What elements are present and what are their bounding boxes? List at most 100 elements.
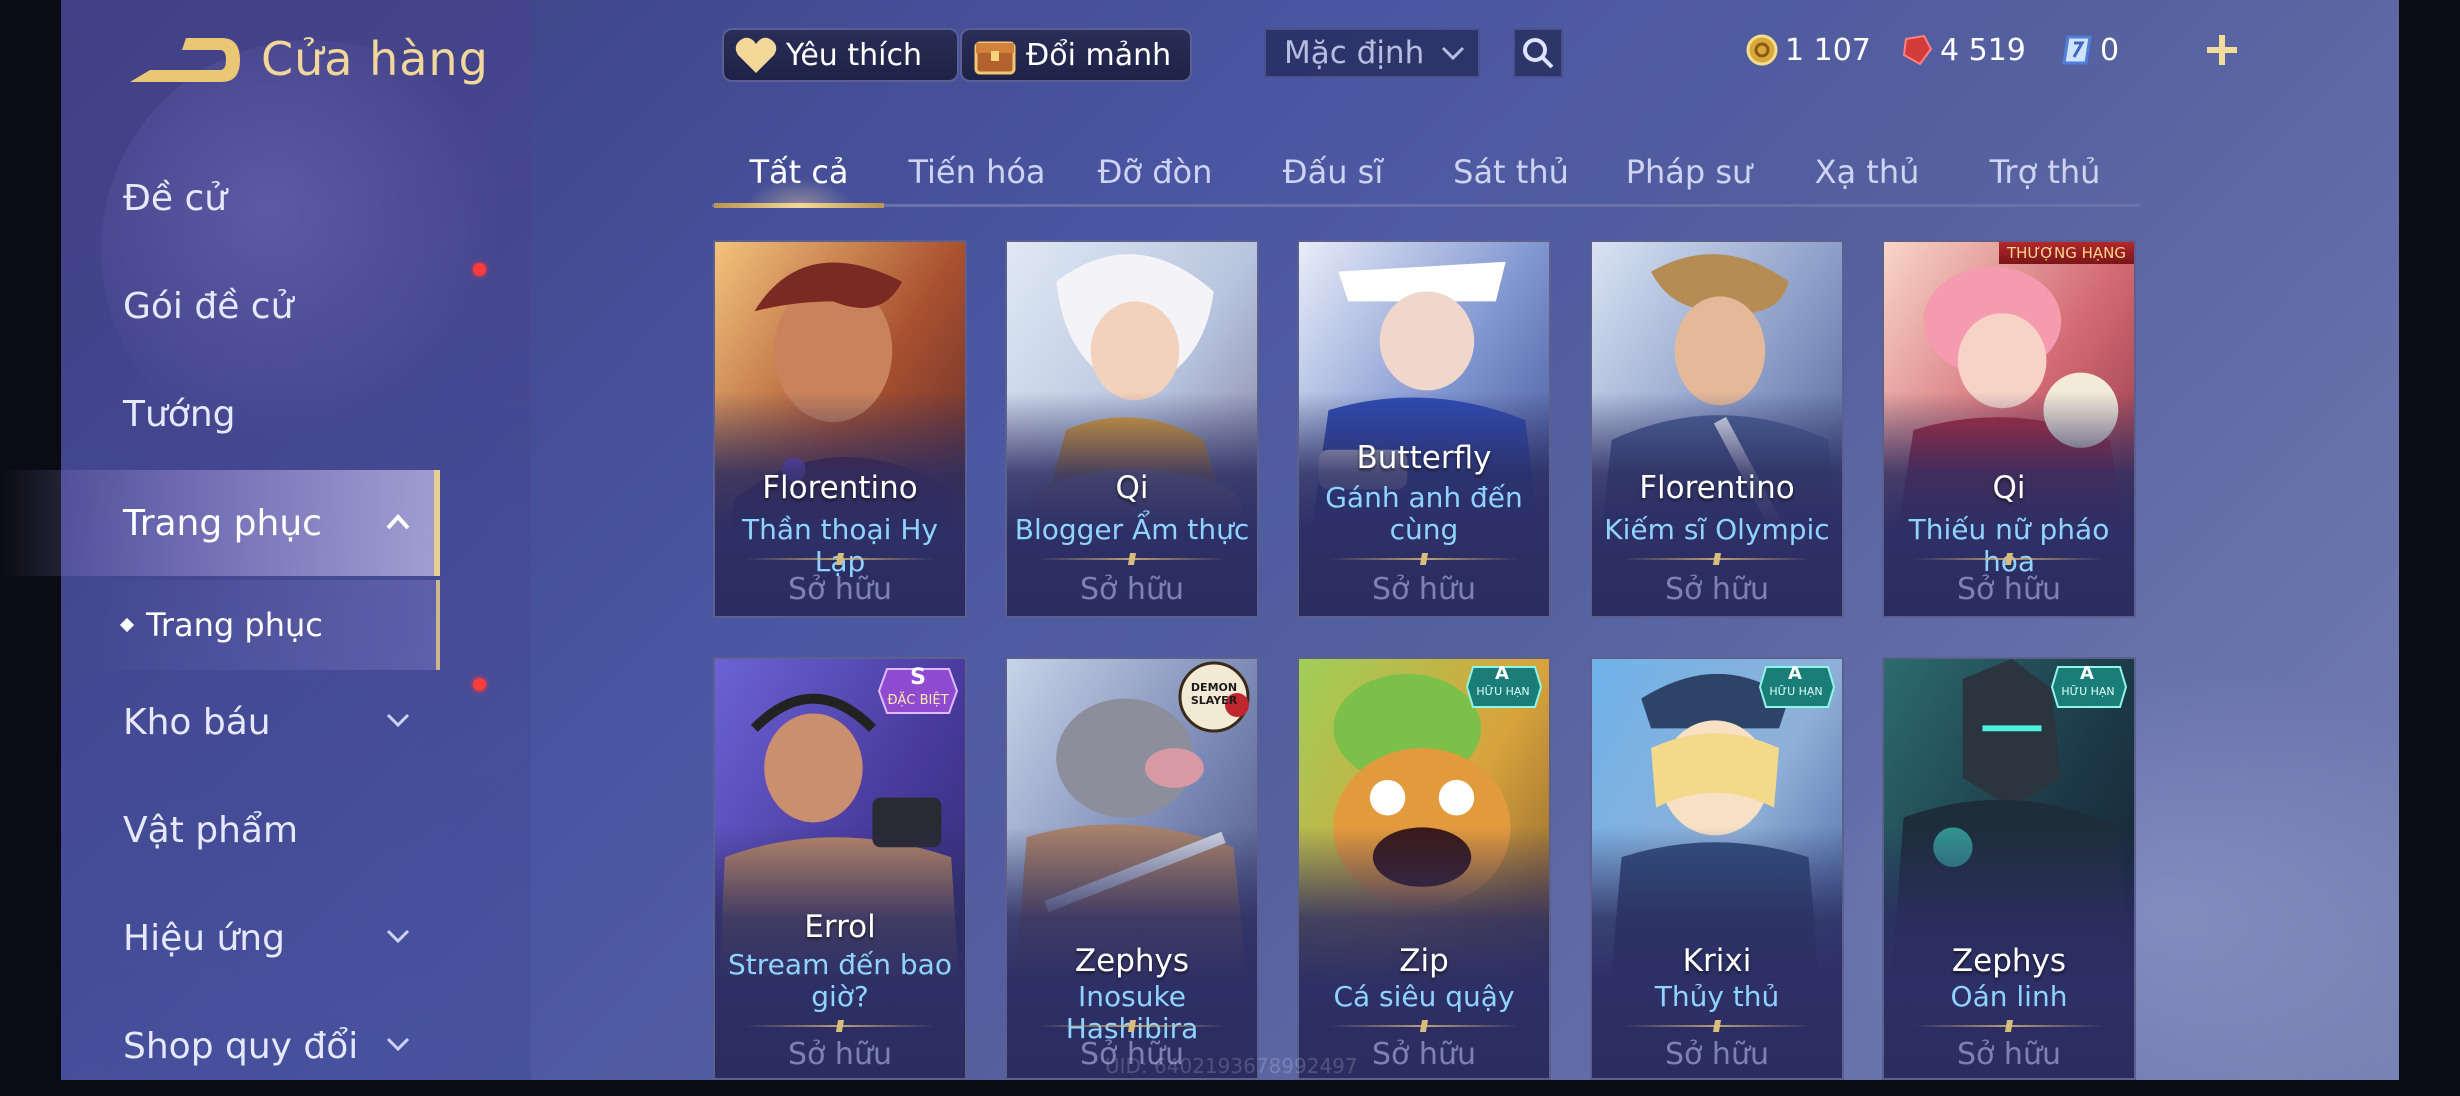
sidebar-item-label: Tướng	[123, 393, 236, 435]
ownership-status: Sở hữu	[1665, 1037, 1769, 1072]
tab-assassin[interactable]: Sát thủ	[1426, 140, 1596, 204]
ownership-status: Sở hữu	[788, 1037, 892, 1072]
skin-card[interactable]: DEMON SLAYER Zephys Inosuke Hashibira Sở…	[1005, 657, 1259, 1080]
tab-label: Tiến hóa	[908, 153, 1046, 191]
category-tabs: Tất cả Tiến hóa Đỡ đòn Đấu sĩ Sát thủ Ph…	[712, 140, 2140, 208]
badge-label: DEMON SLAYER	[1190, 681, 1238, 707]
premium-tag: THƯỢNG HẠNG	[1998, 242, 2134, 264]
tab-label: Xạ thủ	[1814, 153, 1920, 191]
voucher-icon	[2062, 35, 2092, 65]
skin-card[interactable]: THƯỢNG HẠNG Qi Thiếu nữ pháo hoa Sở hữu	[1882, 240, 2136, 618]
sidebar-item-label: Gói đề cử	[123, 285, 294, 327]
ownership-status: Sở hữu	[1957, 572, 2061, 607]
favorites-label: Yêu thích	[786, 37, 922, 73]
page-title: Cửa hàng	[261, 32, 489, 86]
tab-label: Đỡ đòn	[1097, 153, 1213, 191]
card-divider	[1914, 1025, 2104, 1027]
card-divider	[1622, 1025, 1812, 1027]
tab-support[interactable]: Trợ thủ	[1960, 140, 2130, 204]
search-icon	[1523, 38, 1554, 69]
skin-name: Thiếu nữ pháo hoa	[1908, 513, 2110, 578]
tab-evolution[interactable]: Tiến hóa	[892, 140, 1062, 204]
exchange-shards-button[interactable]: Đổi mảnh	[960, 28, 1192, 82]
badge-label: HỮU HẠN	[1769, 685, 1823, 698]
skin-name: Cá siêu quậy	[1333, 980, 1515, 1013]
tab-mage[interactable]: Pháp sư	[1604, 140, 1774, 204]
card-divider	[1329, 1025, 1519, 1027]
card-divider	[1622, 558, 1812, 560]
sidebar-item-recommended-packs[interactable]: Gói đề cử	[0, 256, 440, 356]
badge-grade: S	[910, 665, 926, 690]
tab-fighter[interactable]: Đấu sĩ	[1248, 140, 1418, 204]
hero-name: Qi	[1992, 470, 2026, 506]
card-shade	[715, 659, 965, 1078]
hero-name: Krixi	[1682, 943, 1752, 979]
sidebar-item-treasure[interactable]: Kho báu	[0, 672, 440, 772]
skin-card[interactable]: Qi Blogger Ẩm thực Sở hữu	[1005, 240, 1259, 618]
sidebar-item-heroes[interactable]: Tướng	[0, 364, 440, 464]
search-button[interactable]	[1513, 28, 1563, 78]
card-divider	[1037, 1025, 1227, 1027]
tab-marksman[interactable]: Xạ thủ	[1782, 140, 1952, 204]
sidebar-item-effects[interactable]: Hiệu ứng	[0, 888, 440, 988]
hero-name: Zip	[1399, 943, 1449, 979]
ruby-balance: 4 519	[1900, 28, 2026, 72]
plus-icon	[2207, 35, 2237, 65]
skin-name: Thủy thủ	[1654, 980, 1780, 1013]
gold-value: 1 107	[1785, 32, 1871, 68]
notification-dot	[473, 263, 486, 276]
hero-name: Zephys	[1951, 943, 2067, 979]
notification-dot	[473, 678, 486, 691]
skin-card[interactable]: Florentino Kiếm sĩ Olympic Sở hữu	[1590, 240, 1844, 618]
skin-card[interactable]: S ĐẶC BIỆT Errol Stream đến bao giờ? Sở …	[713, 657, 967, 1080]
ruby-icon	[1902, 34, 1933, 66]
chevron-down-icon	[386, 929, 410, 944]
skin-card[interactable]: A HỮU HẠN Zip Cá siêu quậy Sở hữu	[1297, 657, 1551, 1080]
tab-label: Đấu sĩ	[1282, 153, 1384, 191]
card-divider	[745, 1025, 935, 1027]
gold-balance: 1 107	[1745, 28, 1871, 72]
card-divider	[745, 558, 935, 560]
sort-dropdown[interactable]: Mặc định	[1264, 28, 1480, 78]
sidebar-item-label: Đề cử	[123, 177, 228, 219]
hero-name: Butterfly	[1356, 440, 1492, 476]
skin-card[interactable]: A HỮU HẠN Zephys Oán linh Sở hữu	[1882, 657, 2136, 1080]
ownership-status: Sở hữu	[1080, 572, 1184, 607]
badge-label: ĐẶC BIỆT	[887, 693, 949, 708]
card-divider	[1037, 558, 1227, 560]
skin-name: Blogger Ẩm thực	[1014, 513, 1250, 546]
tab-all[interactable]: Tất cả	[714, 140, 884, 208]
skin-name: Oán linh	[1950, 980, 2068, 1013]
skin-name: Gánh anh đến cùng	[1325, 481, 1523, 546]
skin-card[interactable]: Butterfly Gánh anh đến cùng Sở hữu	[1297, 240, 1551, 618]
back-arrow-icon	[130, 38, 240, 82]
sidebar-item-items[interactable]: Vật phẩm	[0, 780, 440, 880]
tab-label: Pháp sư	[1625, 153, 1753, 191]
chevron-down-icon	[386, 1037, 410, 1052]
sidebar-item-skins[interactable]: Trang phục	[0, 470, 440, 576]
ownership-status: Sở hữu	[1665, 572, 1769, 607]
favorites-button[interactable]: Yêu thích	[722, 28, 959, 82]
sidebar-item-label: Shop quy đổi	[123, 1025, 359, 1067]
sidebar-item-recommended[interactable]: Đề cử	[0, 148, 440, 248]
skin-card[interactable]: A HỮU HẠN Krixi Thủy thủ Sở hữu	[1590, 657, 1844, 1080]
bullet-icon	[119, 617, 135, 633]
skin-card[interactable]: Florentino Thần thoại Hy Lạp Sở hữu	[713, 240, 967, 618]
ownership-status: Sở hữu	[788, 572, 892, 607]
badge-label: HỮU HẠN	[1476, 685, 1530, 698]
skin-name: Stream đến bao giờ?	[728, 948, 952, 1013]
tab-tank[interactable]: Đỡ đòn	[1070, 140, 1240, 204]
back-button[interactable]	[124, 30, 244, 90]
sidebar-item-label: Trang phục	[123, 502, 322, 544]
card-divider	[1329, 558, 1519, 560]
add-currency-button[interactable]	[2200, 28, 2244, 72]
sidebar-subitem-skins[interactable]: Trang phục	[0, 580, 440, 670]
ownership-status: Sở hữu	[1372, 572, 1476, 607]
tab-label: Sát thủ	[1453, 153, 1569, 191]
sort-value: Mặc định	[1284, 35, 1425, 71]
sidebar-item-exchange-shop[interactable]: Shop quy đổi	[0, 996, 440, 1096]
skin-name: Inosuke Hashibira	[1066, 980, 1199, 1045]
badge-grade: A	[2080, 663, 2094, 684]
ownership-status: Sở hữu	[1957, 1037, 2061, 1072]
badge-label: HỮU HẠN	[2061, 685, 2115, 698]
